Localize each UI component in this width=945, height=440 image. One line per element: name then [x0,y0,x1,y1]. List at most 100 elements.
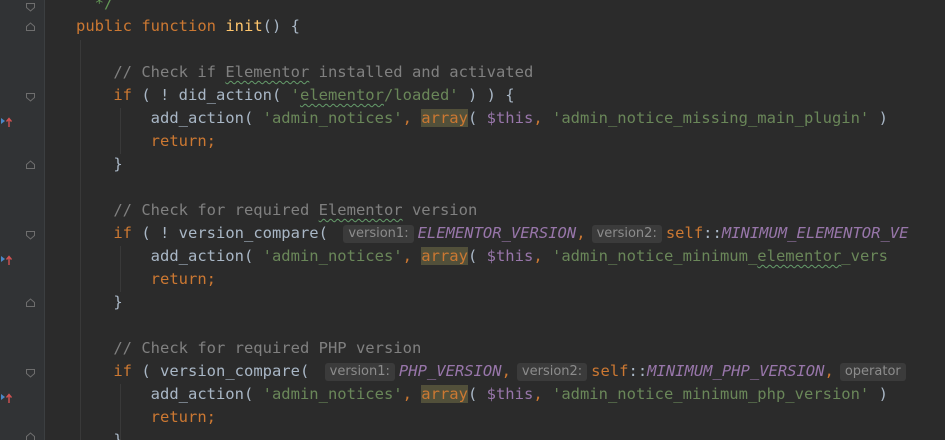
parameter-hint: version2: [516,363,588,381]
fold-marker-icon[interactable] [26,432,35,440]
code-text: ( ! did_action( [132,86,291,104]
code-area[interactable]: */ public function init() { // Check if … [76,0,945,440]
keyword-if: if [113,224,132,242]
code-line: return; [76,130,945,153]
implements-arrow-icon[interactable] [0,251,13,265]
semicolon: ; [206,132,216,150]
string: 'admin_notices' [262,109,403,127]
comma: , [501,362,511,380]
parameter-hint: version2: [591,225,662,243]
implements-arrow-icon[interactable] [0,113,13,127]
code-line: // Check if Elementor installed and acti… [76,61,945,84]
constant: MINIMUM_PHP_VERSION [647,362,825,380]
string-typo: elementor [757,247,842,265]
code-text: ( ! version_compare( [132,224,338,242]
comma: , [402,247,422,265]
constant: MINIMUM_ELEMENTOR_VE [721,224,909,242]
parameter-hint: version1: [324,363,395,381]
code-line: return; [76,268,945,291]
code-text: add_action( [150,385,263,403]
code-line: */ [76,0,945,15]
comma: , [533,247,552,265]
comment-typo: Elementor [225,63,310,81]
code-line: add_action( 'admin_notices', array( $thi… [76,107,945,130]
code-text: :: [628,362,648,380]
fold-marker-icon[interactable] [26,369,35,378]
code-line: // Check for required Elementor version [76,199,945,222]
parameter-hint: version1: [343,225,414,243]
fold-marker-icon[interactable] [26,160,35,169]
comma: , [576,224,586,242]
code-line: return; [76,406,945,429]
string: 'admin_notices' [262,385,403,403]
code-text: ) ) { [458,86,515,104]
keyword-function: function [141,17,216,35]
code-text: add_action( [150,247,263,265]
keyword-if: if [113,362,132,380]
implements-arrow-icon[interactable] [0,389,13,403]
code-line: if ( ! did_action( 'elementor/loaded' ) … [76,84,945,107]
comment: // Check for required PHP version [113,339,422,357]
code-text: ( version_compare( [132,362,319,380]
variable-this: $this [486,247,534,265]
doc-comment-end: */ [94,0,114,12]
code-text: ) [869,109,888,127]
keyword-if: if [113,86,132,104]
code-text: ( [467,247,487,265]
code-text: ) [869,385,888,403]
semicolon: ; [206,270,216,288]
parameter-hint: operator [839,363,906,381]
code-line: add_action( 'admin_notices', array( $thi… [76,383,945,406]
code-line: public function init() { [76,15,945,38]
comment-typo: Elementor [318,201,403,219]
comma: , [402,385,422,403]
code-line: } [76,153,945,176]
variable-this: $this [486,385,534,403]
keyword-array: array [421,247,468,265]
comma: , [533,385,552,403]
comment: // Check for required [113,201,319,219]
keyword-return: return [150,132,207,150]
variable-this: $this [486,109,534,127]
code-text: ( [467,109,487,127]
string: /loaded' [383,86,459,104]
code-line: } [76,429,945,440]
code-text: add_action( [150,109,263,127]
keyword-array: array [421,109,468,127]
comma: , [533,109,552,127]
fold-marker-icon[interactable] [26,3,35,12]
string: 'admin_notices' [262,247,403,265]
brace: } [113,155,123,173]
keyword-return: return [150,408,207,426]
string: 'admin_notice_missing_main_plugin' [551,109,870,127]
string: 'admin_notice_minimum_php_version' [551,385,870,403]
fold-marker-icon[interactable] [26,298,35,307]
code-line: // Check for required PHP version [76,337,945,360]
string: _vers [841,247,888,265]
keyword-self: self [591,362,629,380]
code-line: } [76,291,945,314]
keyword-return: return [150,270,207,288]
code-text: :: [703,224,722,242]
comment: installed and activated [309,63,534,81]
code-editor[interactable]: */ public function init() { // Check if … [0,0,945,440]
fold-marker-icon[interactable] [26,93,35,102]
string: 'admin_notice_minimum_ [551,247,758,265]
fold-marker-icon[interactable] [26,231,35,240]
comment: // Check if [113,63,226,81]
comment: version [402,201,478,219]
code-line: if ( version_compare( version1: PHP_VERSI… [76,360,945,383]
keyword-self: self [665,224,704,242]
code-text: ( [467,385,487,403]
semicolon: ; [206,408,216,426]
fold-marker-icon[interactable] [26,22,35,31]
editor-gutter[interactable] [0,0,45,440]
string: ' [290,86,300,104]
comma: , [824,362,834,380]
keyword-public: public [76,17,132,35]
function-name[interactable]: init [225,17,262,35]
keyword-array: array [421,385,468,403]
string-typo: elementor [299,86,384,104]
